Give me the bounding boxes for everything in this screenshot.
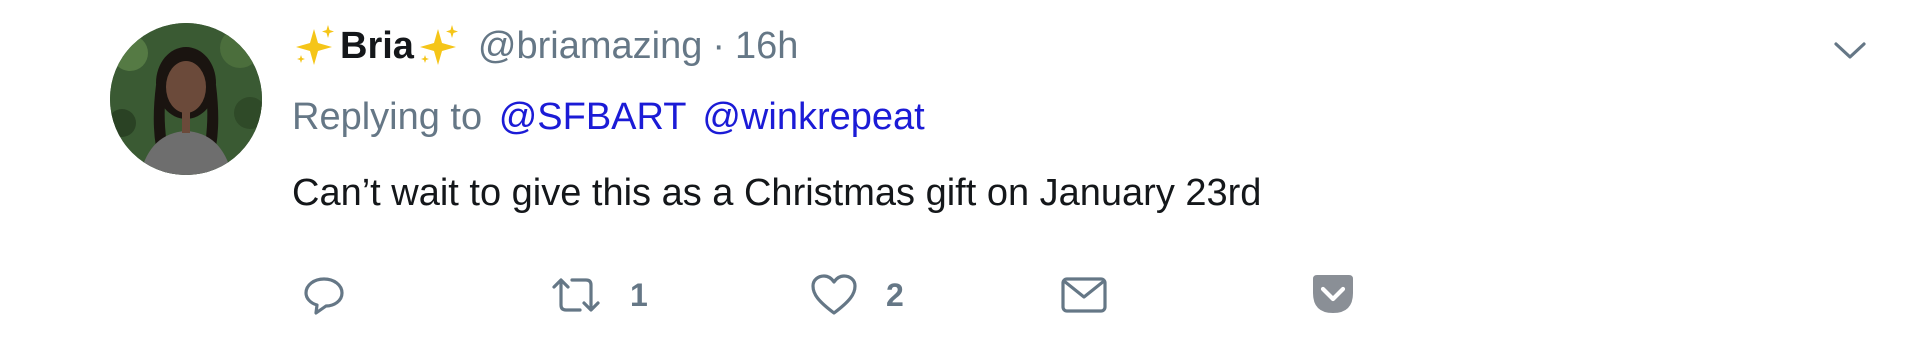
tweet-header: Bria @briamazing · 16h	[292, 18, 798, 74]
chevron-down-icon[interactable]	[1830, 36, 1870, 64]
avatar[interactable]	[110, 23, 262, 175]
tweet-text: Can’t wait to give this as a Christmas g…	[292, 172, 1262, 214]
envelope-icon	[1061, 277, 1107, 313]
reply-button[interactable]	[300, 270, 374, 320]
like-button[interactable]: 2	[808, 270, 904, 320]
tweet-card[interactable]: Bria @briamazing · 16h Replying to @SFBA…	[0, 0, 1920, 338]
mention-link-sfbart[interactable]: @SFBART	[499, 96, 686, 138]
sparkles-icon	[416, 23, 462, 69]
replying-prefix: Replying to	[292, 96, 483, 138]
retweet-button[interactable]: 1	[548, 270, 648, 320]
avatar-image	[110, 23, 262, 175]
separator-dot: ·	[712, 24, 726, 67]
retweet-count: 1	[630, 276, 648, 313]
retweet-icon	[552, 278, 600, 312]
action-bar: 1 2	[300, 270, 1400, 320]
pocket-icon	[1313, 275, 1353, 313]
display-name[interactable]: Bria	[340, 25, 414, 68]
heart-icon	[811, 274, 857, 315]
username[interactable]: @briamazing	[478, 25, 702, 68]
reply-icon	[304, 277, 344, 315]
replying-to: Replying to @SFBART @winkrepeat	[292, 96, 925, 139]
sparkles-icon	[292, 23, 338, 69]
timestamp[interactable]: 16h	[735, 25, 798, 68]
direct-message-button[interactable]	[1058, 270, 1110, 320]
pocket-button[interactable]	[1308, 270, 1358, 320]
like-count: 2	[886, 276, 904, 313]
mention-link-winkrepeat[interactable]: @winkrepeat	[702, 96, 924, 138]
